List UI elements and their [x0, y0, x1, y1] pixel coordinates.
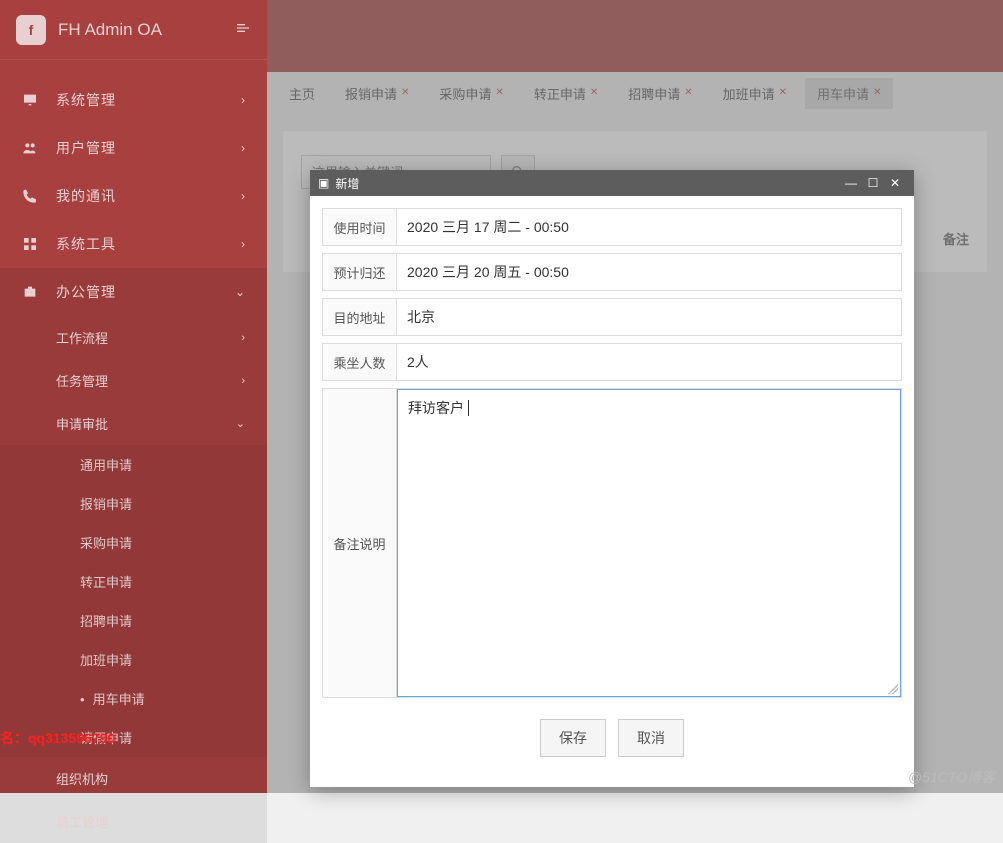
submenu-label: 员工管理	[56, 812, 108, 831]
sidebar-menu: 系统管理 › 用户管理 › 我的通讯 › 系统工具 › 办公管理 ⌄ 工作流程 …	[0, 60, 267, 843]
submenu-office: 工作流程 › 任务管理 › 申请审批 ⌄ 通用申请 报销申请 采购申请 转正申请…	[0, 316, 267, 843]
maximize-button[interactable]: ☐	[862, 176, 884, 190]
modal-titlebar[interactable]: ▣ 新增 — ☐ ✕	[310, 170, 914, 196]
chevron-down-icon: ⌄	[236, 417, 245, 430]
menu-toggle-icon[interactable]	[235, 20, 251, 39]
approval-item-expense[interactable]: 报销申请	[0, 484, 267, 523]
approval-item-recruit[interactable]: 招聘申请	[0, 601, 267, 640]
chevron-right-icon: ›	[241, 332, 245, 344]
modal-title: 新增	[335, 175, 840, 192]
label-return-time: 预计归还	[323, 254, 397, 290]
briefcase-icon	[22, 284, 40, 300]
phone-icon	[22, 188, 40, 204]
save-button[interactable]: 保存	[540, 719, 606, 757]
sidebar: f FH Admin OA 系统管理 › 用户管理 › 我的通讯 › 系统工具 …	[0, 0, 267, 793]
row-use-time: 使用时间 2020 三月 17 周二 - 00:50	[322, 208, 902, 246]
sidebar-item-label: 系统工具	[56, 234, 241, 254]
window-icon: ▣	[318, 176, 329, 190]
sidebar-item-users[interactable]: 用户管理 ›	[0, 124, 267, 172]
sidebar-item-system[interactable]: 系统管理 ›	[0, 76, 267, 124]
row-remark: 备注说明 拜访客户	[322, 388, 902, 698]
sidebar-header: f FH Admin OA	[0, 0, 267, 60]
grid-icon	[22, 236, 40, 252]
sidebar-item-contact[interactable]: 我的通讯 ›	[0, 172, 267, 220]
chevron-right-icon: ›	[241, 237, 245, 251]
submenu-label: 工作流程	[56, 328, 108, 347]
chevron-down-icon: ⌄	[235, 285, 245, 299]
value-return-time[interactable]: 2020 三月 20 周五 - 00:50	[397, 254, 901, 290]
approval-item-general[interactable]: 通用申请	[0, 445, 267, 484]
value-remark[interactable]: 拜访客户	[397, 389, 901, 697]
users-icon	[22, 140, 40, 156]
approval-item-overtime[interactable]: 加班申请	[0, 640, 267, 679]
submenu-workflow[interactable]: 工作流程 ›	[0, 316, 267, 359]
submenu-label: 组织机构	[56, 769, 108, 788]
submenu-task[interactable]: 任务管理 ›	[0, 359, 267, 402]
submenu-label: 申请审批	[56, 414, 108, 433]
modal-body: 使用时间 2020 三月 17 周二 - 00:50 预计归还 2020 三月 …	[310, 196, 914, 787]
label-use-time: 使用时间	[323, 209, 397, 245]
chevron-right-icon: ›	[241, 93, 245, 107]
label-remark: 备注说明	[323, 389, 397, 697]
sidebar-item-label: 我的通讯	[56, 186, 241, 206]
approval-item-purchase[interactable]: 采购申请	[0, 523, 267, 562]
row-destination: 目的地址 北京	[322, 298, 902, 336]
chevron-right-icon: ›	[241, 189, 245, 203]
label-destination: 目的地址	[323, 299, 397, 335]
chevron-right-icon: ›	[241, 375, 245, 387]
label-passengers: 乘坐人数	[323, 344, 397, 380]
subsubmenu-approval: 通用申请 报销申请 采购申请 转正申请 招聘申请 加班申请 用车申请 请假申请	[0, 445, 267, 757]
value-destination[interactable]: 北京	[397, 299, 901, 335]
submenu-approval[interactable]: 申请审批 ⌄	[0, 402, 267, 445]
sidebar-item-office[interactable]: 办公管理 ⌄	[0, 268, 267, 316]
close-button[interactable]: ✕	[884, 176, 906, 190]
resize-grip-icon[interactable]	[888, 684, 898, 694]
sidebar-item-label: 系统管理	[56, 90, 241, 110]
modal-new: ▣ 新增 — ☐ ✕ 使用时间 2020 三月 17 周二 - 00:50 预计…	[310, 170, 914, 787]
sidebar-item-label: 用户管理	[56, 138, 241, 158]
chevron-right-icon: ›	[241, 141, 245, 155]
row-passengers: 乘坐人数 2人	[322, 343, 902, 381]
value-use-time[interactable]: 2020 三月 17 周二 - 00:50	[397, 209, 901, 245]
watermark-right: @51CTO博客	[908, 767, 995, 787]
monitor-icon	[22, 92, 40, 108]
submenu-org[interactable]: 组织机构	[0, 757, 267, 800]
minimize-button[interactable]: —	[840, 176, 862, 190]
sidebar-item-tools[interactable]: 系统工具 ›	[0, 220, 267, 268]
watermark-left: 名：qq313596790	[0, 728, 115, 748]
submenu-label: 任务管理	[56, 371, 108, 390]
app-title: FH Admin OA	[58, 20, 235, 40]
modal-footer: 保存 取消	[322, 705, 902, 775]
approval-item-regular[interactable]: 转正申请	[0, 562, 267, 601]
submenu-staff[interactable]: 员工管理	[0, 800, 267, 843]
value-passengers[interactable]: 2人	[397, 344, 901, 380]
sidebar-item-label: 办公管理	[56, 282, 235, 302]
approval-item-car[interactable]: 用车申请	[0, 679, 267, 718]
row-return-time: 预计归还 2020 三月 20 周五 - 00:50	[322, 253, 902, 291]
logo-icon: f	[16, 15, 46, 45]
cancel-button[interactable]: 取消	[618, 719, 684, 757]
